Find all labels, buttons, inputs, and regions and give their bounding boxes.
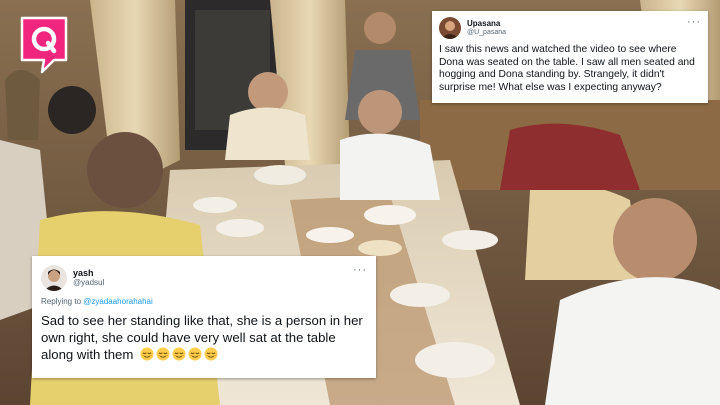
tweet-card-upasana: Upasana @U_pasana ··· I saw this news an… — [432, 11, 708, 103]
more-options-icon[interactable]: ··· — [353, 265, 367, 276]
user-handle[interactable]: @U_pasana — [467, 29, 506, 37]
relieved-face-emoji — [188, 347, 202, 361]
author-names: yash @yadsul — [73, 268, 104, 288]
emoji-row — [140, 347, 218, 361]
tweet-text-block: Sad to see her standing like that, she i… — [41, 312, 367, 363]
replying-prefix: Replying to — [41, 297, 82, 306]
tweet-card-yash: yash @yadsul ··· Replying to @zyadaahora… — [32, 256, 376, 378]
author-names: Upasana @U_pasana — [467, 19, 506, 37]
avatar[interactable] — [439, 17, 461, 39]
mention-link[interactable]: @zyadaahorahahai — [83, 297, 153, 306]
the-quint-q-logo-icon — [20, 16, 68, 74]
relieved-face-emoji — [172, 347, 186, 361]
tweet-text: I saw this news and watched the video to… — [439, 44, 695, 93]
user-handle[interactable]: @yadsul — [73, 278, 104, 288]
avatar[interactable] — [41, 265, 67, 291]
display-name[interactable]: Upasana — [467, 19, 506, 29]
replying-to-line: Replying to @zyadaahorahahai — [41, 297, 367, 306]
relieved-face-emoji — [156, 347, 170, 361]
relieved-face-emoji — [140, 347, 154, 361]
tweet-header: Upasana @U_pasana ··· — [439, 17, 701, 39]
relieved-face-emoji — [204, 347, 218, 361]
profile-photo-icon — [439, 17, 461, 39]
tweet-header: yash @yadsul ··· — [41, 265, 367, 291]
more-options-icon[interactable]: ··· — [687, 17, 701, 28]
profile-photo-icon — [41, 265, 67, 291]
